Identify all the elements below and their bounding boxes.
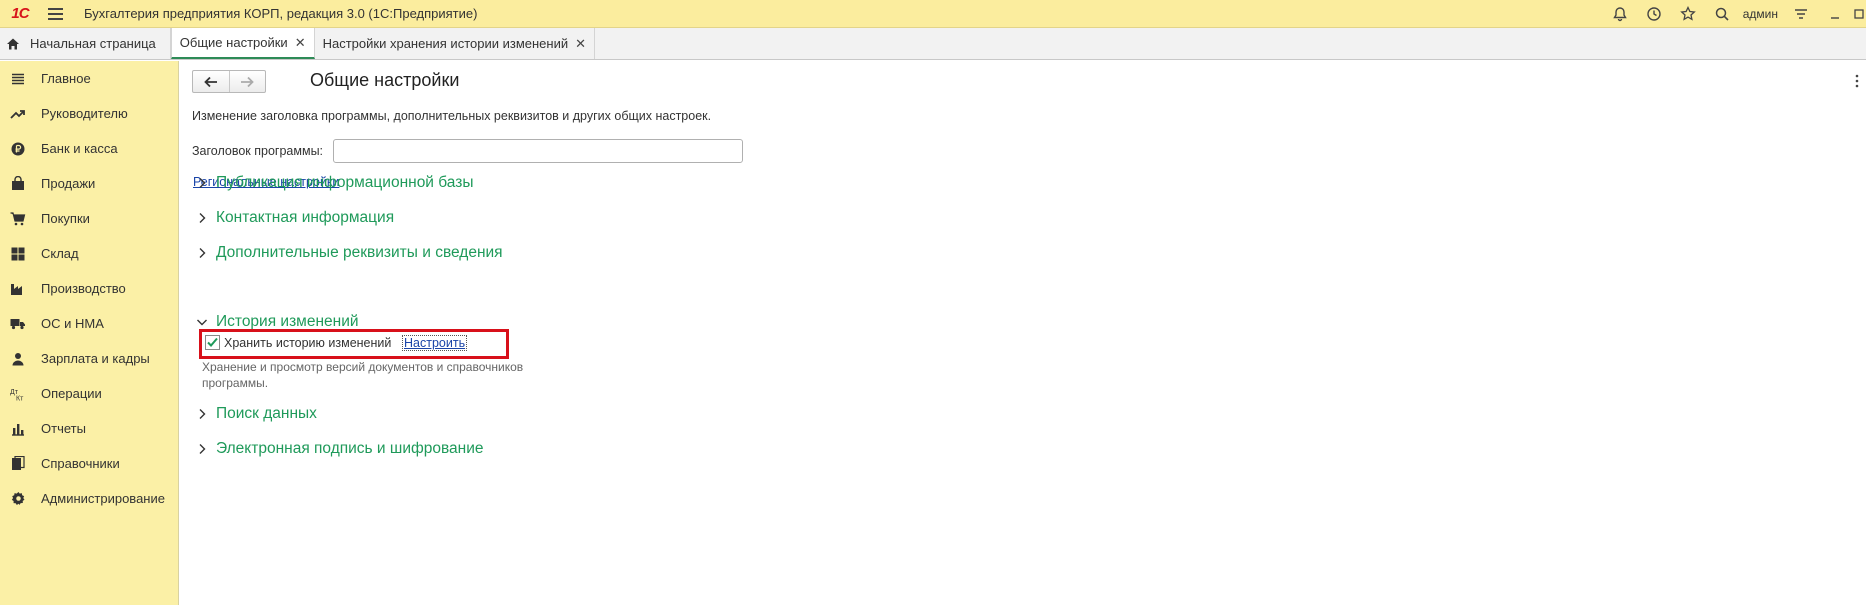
group-contact-info[interactable]: Контактная информация — [195, 209, 394, 227]
group-additional-attributes[interactable]: Дополнительные реквизиты и сведения — [195, 244, 503, 262]
checkmark-icon — [207, 337, 218, 347]
sections-panel: Главное Руководителю Банк и касса Продаж… — [0, 61, 179, 605]
trend-up-icon — [10, 106, 26, 122]
group-label: Электронная подпись и шифрование — [216, 440, 484, 457]
ruble-coin-icon — [10, 141, 26, 157]
history-hint: Хранение и просмотр версий документов и … — [202, 360, 524, 390]
chevron-right-icon — [199, 409, 206, 419]
menu-icon — [47, 7, 63, 10]
page-title: Общие настройки — [310, 70, 460, 90]
history-icon[interactable] — [1637, 0, 1671, 28]
group-e-signature[interactable]: Электронная подпись и шифрование — [195, 440, 484, 458]
sidebar-item-directories[interactable]: Справочники — [0, 446, 178, 481]
sidebar-item-label: Администрирование — [41, 491, 165, 506]
sidebar-item-warehouse[interactable]: Склад — [0, 236, 178, 271]
tab-label: Общие настройки — [179, 35, 288, 50]
notifications-bell-icon[interactable] — [1603, 0, 1637, 28]
group-label: Контактная информация — [216, 209, 395, 226]
home-icon — [7, 38, 19, 49]
tab-home[interactable]: Начальная страница — [0, 28, 171, 59]
back-button[interactable] — [193, 71, 229, 92]
program-title-input[interactable] — [333, 139, 743, 163]
sidebar-item-label: Банк и касса — [41, 141, 118, 156]
debit-credit-icon: Дт Кт — [10, 386, 26, 402]
tab-bar: Начальная страница Общие настройки ✕ Нас… — [0, 28, 1866, 60]
restore-icon[interactable] — [1852, 0, 1866, 28]
sidebar-item-purchases[interactable]: Покупки — [0, 201, 178, 236]
program-title-label: Заголовок программы: — [192, 144, 324, 158]
configure-history-link[interactable]: Настроить — [402, 335, 468, 351]
sidebar-item-main[interactable]: Главное — [0, 61, 178, 96]
chevron-right-icon — [199, 213, 206, 223]
sidebar-item-label: Покупки — [41, 211, 90, 226]
gear-icon — [10, 491, 26, 507]
sidebar-item-fixed-assets[interactable]: ОС и НМА — [0, 306, 178, 341]
shopping-bag-icon — [10, 176, 26, 192]
sidebar-item-label: Главное — [41, 71, 91, 86]
bar-chart-icon — [10, 421, 26, 437]
title-bar: 1С Бухгалтерия предприятия КОРП, редакци… — [0, 0, 1866, 28]
chevron-right-icon — [199, 248, 206, 258]
more-actions-icon[interactable] — [1854, 73, 1860, 89]
truck-icon — [10, 316, 26, 332]
sidebar-item-production[interactable]: Производство — [0, 271, 178, 306]
factory-icon — [10, 281, 26, 297]
history-nav — [192, 70, 266, 93]
sidebar-item-operations[interactable]: Дт Кт Операции — [0, 376, 178, 411]
arrow-left-icon — [203, 76, 217, 87]
close-icon[interactable]: ✕ — [575, 36, 586, 52]
sidebar-item-reports[interactable]: Отчеты — [0, 411, 178, 446]
app-logo: 1С — [11, 5, 29, 22]
arrow-right-icon — [241, 76, 255, 87]
chevron-down-icon — [197, 319, 207, 326]
sidebar-item-label: Справочники — [41, 456, 120, 471]
group-publication[interactable]: Публикация информационной базы — [195, 174, 474, 192]
favorites-star-icon[interactable] — [1671, 0, 1705, 28]
search-icon[interactable] — [1705, 0, 1739, 28]
tab-history-settings[interactable]: Настройки хранения истории изменений ✕ — [314, 28, 595, 59]
sidebar-item-sales[interactable]: Продажи — [0, 166, 178, 201]
sidebar-item-label: Зарплата и кадры — [41, 351, 150, 366]
sidebar-item-bank[interactable]: Банк и касса — [0, 131, 178, 166]
tab-label: Начальная страница — [30, 36, 156, 51]
main-menu-button[interactable] — [40, 0, 70, 28]
group-label: Публикация информационной базы — [216, 174, 474, 191]
warehouse-grid-icon — [10, 246, 26, 262]
sidebar-item-label: Операции — [41, 386, 102, 401]
cart-icon — [10, 211, 26, 227]
form-area: Общие настройки Изменение заголовка прог… — [180, 61, 1866, 605]
sidebar-item-label: Производство — [41, 281, 126, 296]
group-data-search[interactable]: Поиск данных — [195, 405, 317, 423]
group-label: Дополнительные реквизиты и сведения — [216, 244, 503, 261]
sidebar-item-label: Отчеты — [41, 421, 86, 436]
form-description: Изменение заголовка программы, дополните… — [192, 109, 712, 123]
sidebar-item-label: Склад — [41, 246, 79, 261]
sidebar-item-label: Продажи — [41, 176, 96, 191]
tab-label: Настройки хранения истории изменений — [322, 36, 569, 51]
books-icon — [10, 456, 26, 472]
sidebar-item-label: Руководителю — [41, 106, 128, 121]
settings-lines-icon[interactable] — [1784, 0, 1818, 28]
user-name[interactable]: админ — [1739, 7, 1784, 21]
sidebar-item-label: ОС и НМА — [41, 316, 104, 331]
person-icon — [10, 351, 26, 367]
chevron-right-icon — [199, 444, 206, 454]
store-history-checkbox[interactable] — [205, 335, 220, 350]
menu-lines-icon — [10, 71, 26, 87]
store-history-label[interactable]: Хранить историю изменений — [224, 336, 391, 350]
sidebar-item-administration[interactable]: Администрирование — [0, 481, 178, 516]
svg-text:Кт: Кт — [16, 395, 24, 401]
chevron-right-icon — [199, 178, 206, 188]
sidebar-item-manager[interactable]: Руководителю — [0, 96, 178, 131]
forward-button[interactable] — [228, 71, 266, 92]
tab-general-settings[interactable]: Общие настройки ✕ — [170, 28, 315, 59]
close-icon[interactable]: ✕ — [295, 35, 306, 51]
minimize-icon[interactable] — [1818, 0, 1852, 28]
sidebar-item-salary[interactable]: Зарплата и кадры — [0, 341, 178, 376]
group-label: Поиск данных — [216, 405, 317, 422]
app-title: Бухгалтерия предприятия КОРП, редакция 3… — [84, 6, 478, 21]
